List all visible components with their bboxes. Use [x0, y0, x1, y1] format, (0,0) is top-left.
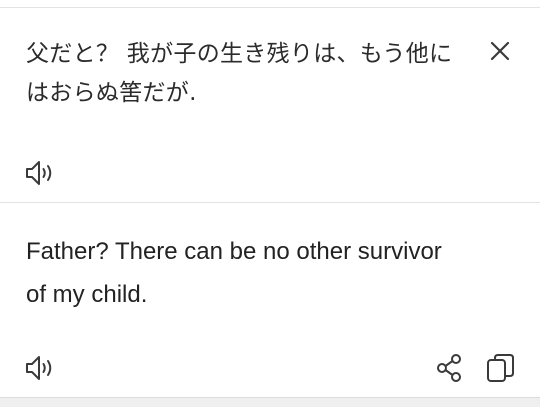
- translation-panel: 父だと？ 我が子の生き残りは、もう他にはおらぬ筈だが. Father? Ther…: [0, 0, 540, 407]
- share-icon: [437, 354, 461, 382]
- copy-button[interactable]: [484, 351, 518, 385]
- copy-icon: [487, 354, 514, 382]
- source-card: 父だと？ 我が子の生き残りは、もう他にはおらぬ筈だが.: [0, 9, 540, 202]
- source-speak-button[interactable]: [24, 158, 58, 188]
- speaker-icon: [26, 161, 52, 185]
- translation-speak-button[interactable]: [24, 353, 58, 383]
- translation-text[interactable]: Father? There can be no other survivor o…: [26, 230, 466, 316]
- close-button[interactable]: [486, 37, 514, 65]
- speaker-icon: [26, 356, 52, 380]
- close-icon: [490, 41, 510, 61]
- bottom-bar: [0, 397, 540, 407]
- source-text[interactable]: 父だと？ 我が子の生き残りは、もう他にはおらぬ筈だが.: [26, 35, 466, 113]
- translation-card: Father? There can be no other survivor o…: [0, 203, 540, 397]
- share-button[interactable]: [434, 352, 466, 384]
- top-divider: [0, 0, 540, 8]
